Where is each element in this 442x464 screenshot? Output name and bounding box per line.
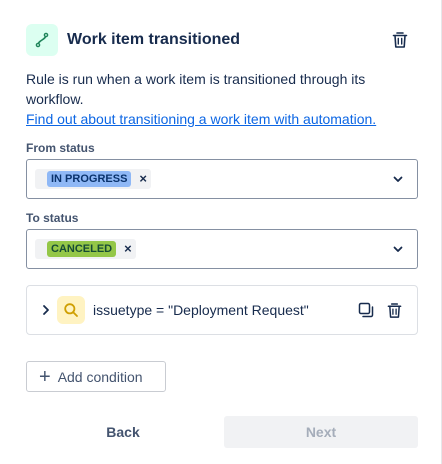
condition-actions [357, 301, 403, 319]
from-status-tag: IN PROGRESS × [35, 169, 151, 189]
trigger-description: Rule is run when a work item is transiti… [26, 69, 416, 129]
to-status-select[interactable]: CANCELED × [26, 229, 418, 269]
add-condition-button[interactable]: + Add condition [26, 361, 166, 392]
trigger-config-panel: Work item transitioned Rule is run when … [0, 0, 442, 464]
search-icon [57, 296, 85, 324]
status-lozenge-canceled: CANCELED [47, 241, 117, 257]
condition-card[interactable]: issuetype = "Deployment Request" [26, 285, 418, 335]
trigger-title: Work item transitioned [67, 31, 241, 48]
remove-tag-icon[interactable]: × [139, 169, 147, 189]
from-status-select[interactable]: IN PROGRESS × [26, 159, 418, 199]
delete-trigger-trash-icon[interactable] [390, 30, 410, 50]
status-lozenge-in-progress: IN PROGRESS [47, 171, 132, 187]
trash-icon[interactable] [385, 301, 403, 319]
trigger-header: Work item transitioned [26, 24, 416, 56]
description-text: Rule is run when a work item is transiti… [26, 71, 366, 107]
branch-icon [26, 24, 58, 56]
copy-icon[interactable] [357, 301, 375, 319]
chevron-down-icon[interactable] [391, 242, 405, 256]
chevron-down-icon[interactable] [391, 172, 405, 186]
back-button[interactable]: Back [26, 416, 220, 448]
condition-jql: issuetype = "Deployment Request" [93, 302, 309, 318]
chevron-right-icon[interactable] [39, 303, 53, 317]
to-status-tag: CANCELED × [35, 239, 136, 259]
from-status-label: From status [26, 141, 95, 155]
add-condition-label: Add condition [57, 368, 143, 385]
next-button[interactable]: Next [224, 416, 418, 448]
remove-tag-icon[interactable]: × [124, 239, 132, 259]
help-link[interactable]: Find out about transitioning a work item… [26, 109, 416, 129]
plus-icon: + [39, 365, 51, 388]
to-status-label: To status [26, 211, 79, 225]
